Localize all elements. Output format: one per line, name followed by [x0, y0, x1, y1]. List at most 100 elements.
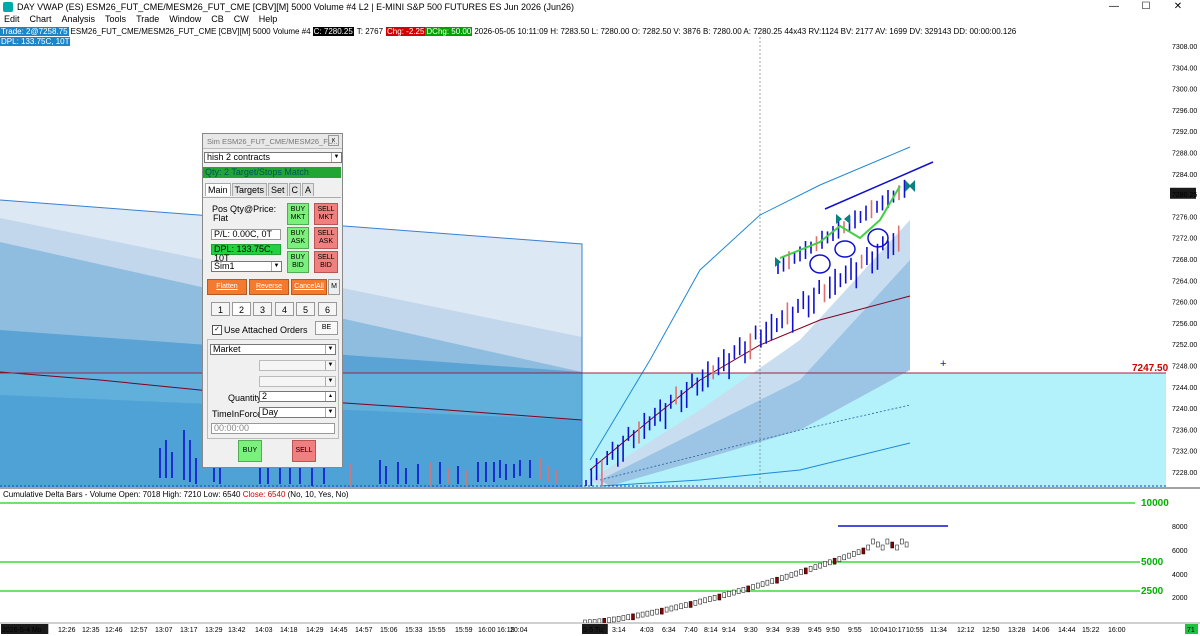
chevron-down-icon: ▼ [325, 408, 335, 417]
maximize-button[interactable]: ☐ [1130, 1, 1162, 12]
tab-c[interactable]: C [288, 183, 302, 196]
qty-preset-5[interactable]: 5 [296, 302, 315, 316]
time-tick-label: 9:30 [744, 627, 758, 634]
chevron-down-icon: ▼ [331, 153, 341, 162]
time-tick-label: 10:04 [870, 627, 888, 634]
flatten-button[interactable]: Flatten [207, 279, 247, 295]
delta-bar [842, 554, 846, 561]
menu-window[interactable]: Window [169, 14, 201, 26]
price-2-field[interactable]: ▼ [259, 376, 336, 387]
price-1-field[interactable]: ▼ [259, 360, 336, 371]
delta-bar [828, 559, 832, 566]
sell-button[interactable]: SELL [292, 440, 316, 462]
delta-bar [852, 551, 856, 557]
delta-bar [804, 567, 808, 575]
qty-preset-1[interactable]: 1 [211, 302, 230, 316]
cancel-all-button[interactable]: CancelAll [291, 279, 327, 295]
sell-market-button[interactable]: SELL MKT [314, 203, 338, 225]
time-tick-label: 12:12 [957, 627, 975, 634]
tab-main[interactable]: Main [205, 183, 231, 196]
time-tick-label: 13:07 [155, 627, 173, 634]
menu-analysis[interactable]: Analysis [62, 14, 96, 26]
tif-select[interactable]: Day ▼ [259, 407, 336, 418]
delta-bar [636, 612, 640, 619]
price-tick-label: 7292.00 [1172, 129, 1197, 136]
menu-trade[interactable]: Trade [136, 14, 159, 26]
menu-tools[interactable]: Tools [105, 14, 126, 26]
breakeven-button[interactable]: BE [315, 321, 338, 335]
time-tick-label: 8:14 [704, 627, 718, 634]
price-tick-label: 7284.00 [1172, 172, 1197, 179]
delta-bar [693, 600, 698, 606]
price-tick-label: 7268.00 [1172, 257, 1197, 264]
tab-set[interactable]: Set [268, 183, 288, 196]
chart-info-bar: Trade: 2@7258.75 ESM26_FUT_CME/MESM26_FU… [0, 26, 1016, 37]
m-button[interactable]: M [328, 279, 340, 295]
menu-help[interactable]: Help [259, 14, 278, 26]
delta-bar [607, 617, 611, 623]
qty-preset-6[interactable]: 6 [318, 302, 337, 316]
attached-orders-checkbox[interactable]: ✓ [212, 325, 222, 335]
order-type-value: Market [213, 344, 241, 354]
buy-bid-button[interactable]: BUY BID [287, 251, 309, 273]
time-tick-label: 14:44 [1058, 627, 1076, 634]
menu-edit[interactable]: Edit [4, 14, 20, 26]
position-value: Flat [213, 213, 229, 223]
close-price: C: 7280.25 [312, 27, 354, 36]
window-title: DAY VWAP (ES) ESM26_FUT_CME/MESM26_FUT_C… [17, 2, 575, 12]
qty-preset-3[interactable]: 3 [253, 302, 272, 316]
time-tick-label: 12:26 [58, 627, 76, 634]
quantity-value: 2 [262, 391, 268, 401]
price-tick-label: 7256.00 [1172, 321, 1197, 328]
qty-preset-2[interactable]: 2 [232, 302, 251, 316]
delta-bar [660, 607, 664, 615]
dpl-readout: DPL: 133.75C, 10T [0, 37, 71, 47]
reverse-button[interactable]: Reverse [249, 279, 289, 295]
qty-preset-4[interactable]: 4 [275, 302, 294, 316]
time-tick-label: 15:06 [380, 627, 398, 634]
buy-market-button[interactable]: BUY MKT [287, 203, 309, 225]
delta-bar [736, 588, 741, 594]
menu-cb[interactable]: CB [211, 14, 224, 26]
menu-chart[interactable]: Chart [30, 14, 52, 26]
time-tick-label: 9:14 [722, 627, 736, 634]
menu-cw[interactable]: CW [234, 14, 249, 26]
price-tick-label: 7236.00 [1172, 427, 1197, 434]
price-tick-label: 7228.00 [1172, 470, 1197, 477]
buy-button[interactable]: BUY [238, 440, 262, 462]
tab-a[interactable]: A [302, 183, 315, 196]
sell-ask-button[interactable]: SELL ASK [314, 227, 338, 249]
strategy-select[interactable]: hish 2 contracts ▼ [204, 152, 342, 163]
delta-bar [727, 591, 731, 597]
price-chart[interactable]: + 7308.00 7304.00 7300.00 7296.00 7292.00 728… [0, 0, 1200, 636]
delta-bar [794, 570, 798, 577]
delta-bar [808, 566, 813, 572]
delta-bar [645, 610, 650, 617]
price-tick-label: 7272.00 [1172, 236, 1197, 243]
indicator-level-label: 2500 [1141, 586, 1164, 597]
sell-bid-button[interactable]: SELL BID [314, 251, 338, 273]
delta-bar [799, 569, 803, 575]
close-button[interactable]: ✕ [1162, 1, 1194, 12]
order-type-select[interactable]: Market ▼ [210, 344, 336, 355]
time-tick-label: 13:29 [205, 627, 223, 634]
tab-targets[interactable]: Targets [231, 183, 268, 196]
trade-window-header[interactable]: Sim ESM26_FUT_CME/MESM26_FU... x [203, 134, 342, 149]
delta-bar [674, 604, 678, 611]
price-tick-label: 7232.00 [1172, 449, 1197, 456]
account-select[interactable]: Sim1 ▼ [211, 261, 282, 272]
quantity-input[interactable]: 2 ▴ [259, 391, 336, 402]
time-tick-label: 13:28 [1008, 627, 1026, 634]
delta-bar [684, 602, 688, 608]
delta-bar [861, 547, 866, 555]
minimize-button[interactable]: — [1098, 1, 1130, 12]
time-tick-label: 16:00 [1108, 627, 1126, 634]
price-tick-label: 7240.00 [1172, 406, 1197, 413]
price-tick-label: 7252.00 [1172, 342, 1197, 349]
delta-bar [760, 581, 765, 587]
buy-ask-button[interactable]: BUY ASK [287, 227, 309, 249]
good-till-time-field[interactable]: 00:00:00 [211, 423, 335, 434]
delta-bar [621, 615, 626, 621]
session-date-label: 2026-5-4 Mo [2, 627, 42, 634]
trade-window-close-button[interactable]: x [328, 135, 339, 146]
